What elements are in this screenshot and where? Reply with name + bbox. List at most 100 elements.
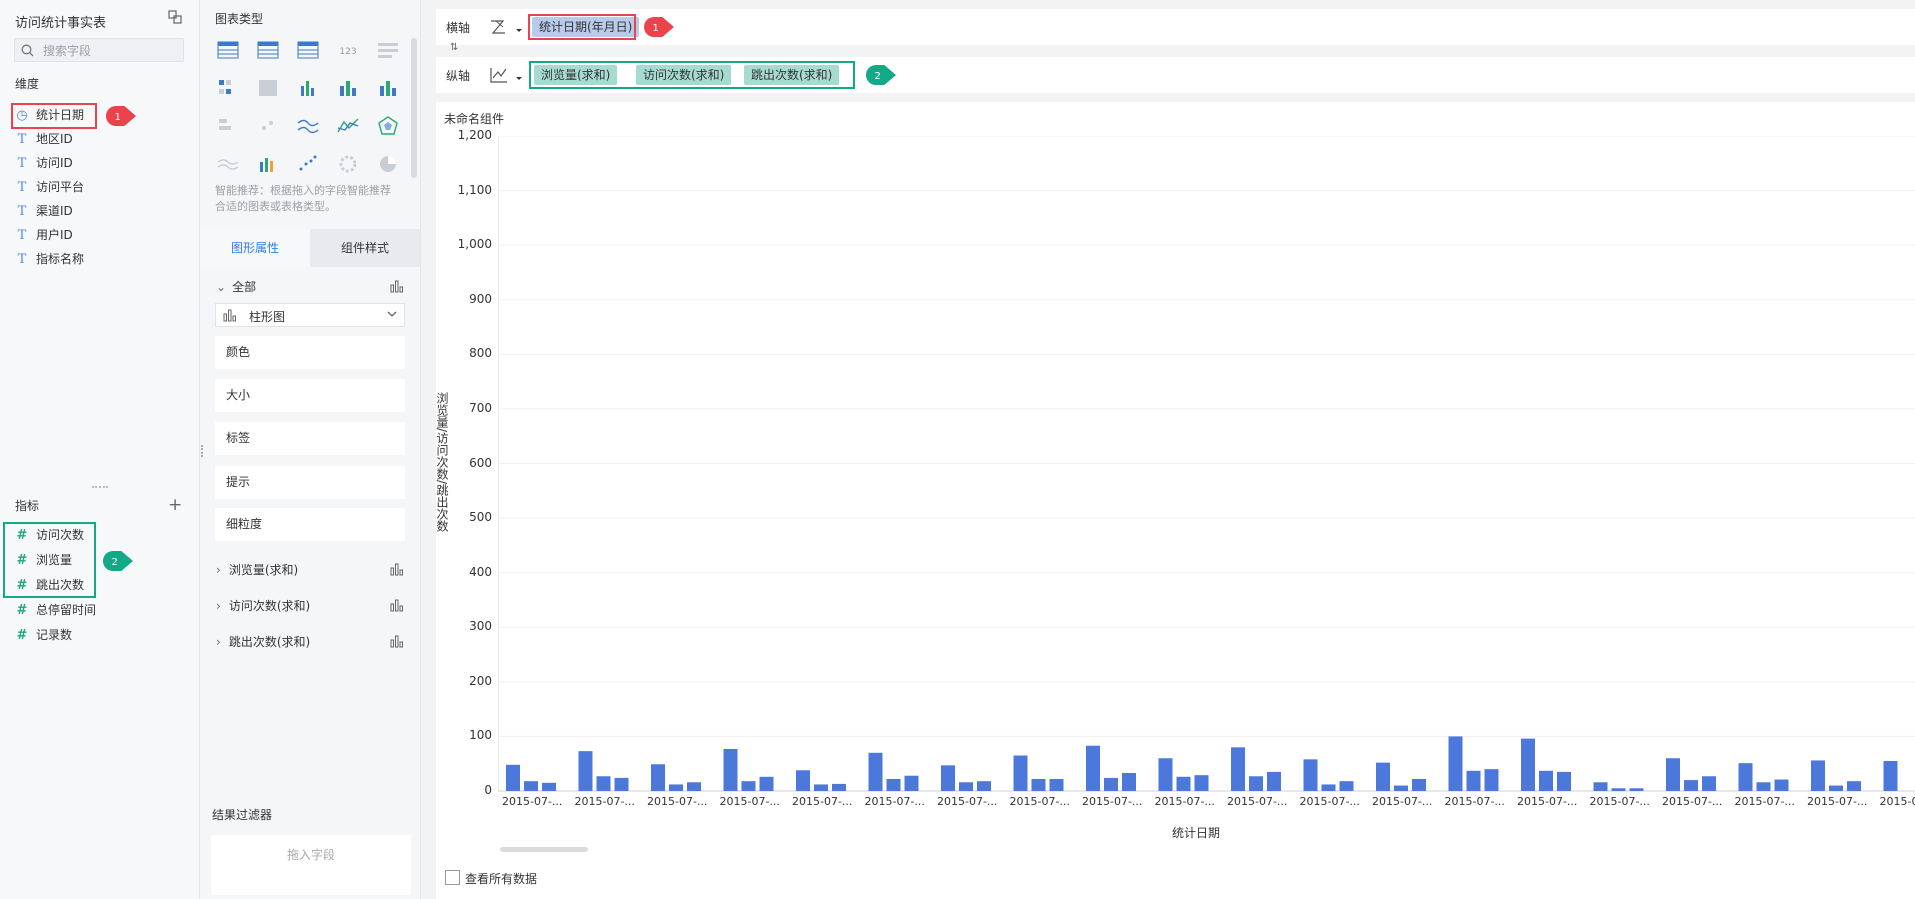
dot-matrix-icon[interactable] <box>256 114 280 138</box>
text-icon[interactable] <box>376 38 400 62</box>
bar[interactable] <box>1466 770 1481 791</box>
grouped-bar-icon[interactable] <box>376 76 400 100</box>
switch-table-icon[interactable] <box>168 10 182 24</box>
kpi-icon[interactable]: 123 <box>336 38 360 62</box>
chart-type-select[interactable]: 柱形图 <box>215 303 405 327</box>
tab-component-style[interactable]: 组件样式 <box>310 229 420 267</box>
bar[interactable] <box>1629 788 1644 791</box>
scatter-bars-icon[interactable] <box>296 76 320 100</box>
property-label[interactable]: 标签 <box>215 422 405 455</box>
bar[interactable] <box>868 752 883 791</box>
area-line-icon[interactable] <box>336 114 360 138</box>
bar[interactable] <box>1611 788 1626 791</box>
bar-chart-icon[interactable] <box>390 279 404 293</box>
tab-graph-properties[interactable]: 图形属性 <box>200 229 310 267</box>
bar[interactable] <box>723 748 738 791</box>
panel-splitter[interactable] <box>92 486 108 492</box>
all-series-toggle[interactable]: ⌄ 全部 <box>216 278 256 295</box>
dimension-field[interactable]: T 指标名称 <box>15 248 84 270</box>
pie-chart-icon[interactable] <box>376 152 400 176</box>
series-row-visits[interactable]: › 访问次数(求和) <box>216 597 310 614</box>
bar[interactable] <box>1539 770 1553 791</box>
bar[interactable] <box>832 783 846 791</box>
bar[interactable] <box>1774 779 1789 791</box>
dimension-field[interactable]: T 地区ID <box>15 128 73 150</box>
chart-horizontal-scrollbar[interactable] <box>500 847 588 852</box>
stacked-bar-icon[interactable] <box>216 114 240 138</box>
bar[interactable] <box>1086 745 1100 791</box>
bar[interactable] <box>1013 755 1028 791</box>
bar[interactable] <box>1158 758 1173 791</box>
bar[interactable] <box>1049 778 1064 791</box>
scatter-icon[interactable] <box>296 152 320 176</box>
line-chart-icon[interactable] <box>296 114 320 138</box>
search-input[interactable] <box>41 41 180 61</box>
bar[interactable] <box>1484 769 1499 791</box>
bar[interactable] <box>759 776 774 791</box>
bar[interactable] <box>1231 747 1245 791</box>
measure-field[interactable]: # 记录数 <box>15 624 72 646</box>
combo-chart-icon[interactable] <box>256 152 280 176</box>
bar[interactable] <box>1321 784 1336 791</box>
bar[interactable] <box>1829 785 1843 791</box>
bar[interactable] <box>741 781 756 791</box>
bar-chart-icon[interactable] <box>336 76 360 100</box>
bar[interactable] <box>506 764 520 791</box>
property-granularity[interactable]: 细粒度 <box>215 508 405 541</box>
bar[interactable] <box>1847 781 1861 791</box>
table-icon[interactable] <box>216 38 240 62</box>
bar[interactable] <box>596 776 611 791</box>
bar[interactable] <box>1684 780 1698 791</box>
view-all-data-checkbox[interactable]: 查看所有数据 <box>445 870 537 887</box>
bar[interactable] <box>1176 776 1191 791</box>
heatmap-icon[interactable] <box>256 76 280 100</box>
axis-type-icon[interactable] <box>488 17 526 37</box>
bar[interactable] <box>1593 782 1608 791</box>
add-measure-icon[interactable]: + <box>168 495 182 515</box>
bar[interactable] <box>1194 775 1209 791</box>
bar[interactable] <box>1376 762 1390 791</box>
sunburst-icon[interactable] <box>336 152 360 176</box>
bar[interactable] <box>1756 782 1771 791</box>
bar[interactable] <box>1394 785 1408 791</box>
bar[interactable] <box>886 778 901 791</box>
bar[interactable] <box>651 764 665 791</box>
bar[interactable] <box>1267 771 1281 791</box>
bar-chart-icon[interactable] <box>390 598 404 612</box>
bar[interactable] <box>1031 778 1046 791</box>
dimension-field[interactable]: T 访问ID <box>15 152 73 174</box>
bar[interactable] <box>977 781 991 791</box>
filter-drop-zone[interactable]: 拖入字段 <box>211 835 411 895</box>
grouped-table-icon[interactable] <box>216 76 240 100</box>
bar[interactable] <box>1811 760 1825 791</box>
bar[interactable] <box>941 765 955 791</box>
bar[interactable] <box>959 782 973 791</box>
series-row-views[interactable]: › 浏览量(求和) <box>216 561 298 578</box>
bar[interactable] <box>1412 778 1426 791</box>
bar[interactable] <box>1521 738 1535 791</box>
measure-field[interactable]: # 总停留时间 <box>15 599 96 621</box>
property-color[interactable]: 颜色 <box>215 336 405 369</box>
bar[interactable] <box>1557 771 1571 791</box>
bar-chart-icon[interactable] <box>390 562 404 576</box>
bar[interactable] <box>1666 758 1680 791</box>
chart-type-scrollbar[interactable] <box>411 38 417 178</box>
bar[interactable] <box>1448 736 1463 791</box>
resize-grip[interactable] <box>201 445 209 457</box>
stream-icon[interactable] <box>216 152 240 176</box>
field-search[interactable] <box>14 38 184 62</box>
property-size[interactable]: 大小 <box>215 379 405 412</box>
dimension-field[interactable]: T 用户ID <box>15 224 73 246</box>
dimension-field[interactable]: T 访问平台 <box>15 176 84 198</box>
bar[interactable] <box>578 751 593 791</box>
bar[interactable] <box>614 777 629 791</box>
detail-table-icon[interactable] <box>296 38 320 62</box>
bar[interactable] <box>687 782 701 791</box>
bar[interactable] <box>1303 759 1318 791</box>
bar[interactable] <box>1702 776 1716 791</box>
bar-chart-icon[interactable] <box>390 634 404 648</box>
series-row-bounces[interactable]: › 跳出次数(求和) <box>216 633 310 650</box>
bar[interactable] <box>1249 776 1263 791</box>
bar[interactable] <box>904 775 919 791</box>
component-title[interactable]: 未命名组件 <box>444 110 504 127</box>
